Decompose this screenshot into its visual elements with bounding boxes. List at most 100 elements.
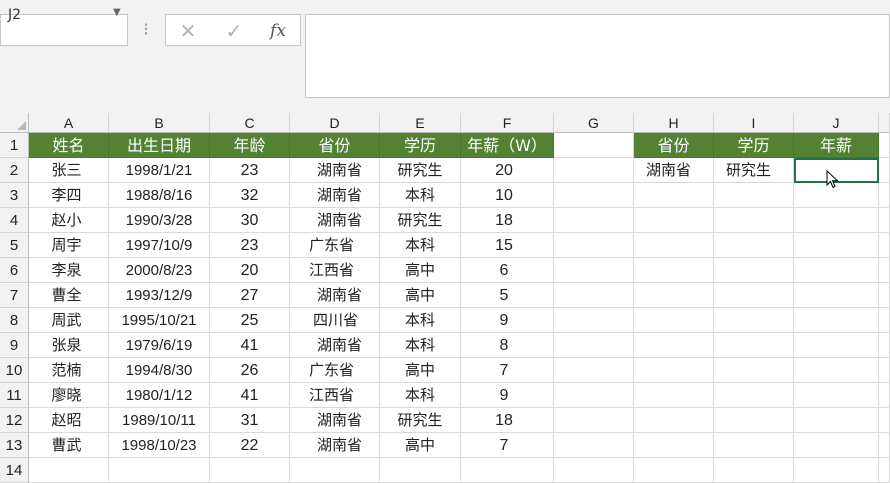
cell-age[interactable]: 26 bbox=[210, 358, 290, 383]
cell-name[interactable]: 周武 bbox=[29, 308, 109, 333]
cell-education[interactable]: 本科 bbox=[380, 383, 461, 408]
empty-cell[interactable] bbox=[380, 458, 461, 483]
cell-province[interactable]: 湖南省 bbox=[290, 208, 380, 233]
cell-education[interactable]: 高中 bbox=[380, 358, 461, 383]
cell-salary[interactable]: 9 bbox=[461, 308, 554, 333]
empty-cell[interactable] bbox=[554, 408, 634, 433]
empty-cell[interactable] bbox=[879, 383, 890, 408]
empty-cell[interactable] bbox=[210, 458, 290, 483]
cell-education[interactable]: 研究生 bbox=[380, 408, 461, 433]
empty-cell[interactable] bbox=[634, 458, 714, 483]
empty-cell[interactable] bbox=[879, 133, 890, 158]
cell-education[interactable]: 本科 bbox=[380, 333, 461, 358]
cell-province[interactable]: 广东省 bbox=[290, 358, 380, 383]
cell-birth-date[interactable]: 1980/1/12 bbox=[109, 383, 210, 408]
empty-cell[interactable] bbox=[634, 433, 714, 458]
empty-cell[interactable] bbox=[461, 458, 554, 483]
drag-handle-icon[interactable]: ⁝ bbox=[141, 18, 151, 42]
cell-birth-date[interactable]: 1998/10/23 bbox=[109, 433, 210, 458]
cell-education[interactable]: 本科 bbox=[380, 308, 461, 333]
empty-cell[interactable] bbox=[714, 433, 794, 458]
cell-province[interactable]: 湖南省 bbox=[290, 333, 380, 358]
cell-name[interactable]: 廖晓 bbox=[29, 383, 109, 408]
cell-birth-date[interactable]: 1990/3/28 bbox=[109, 208, 210, 233]
empty-cell[interactable] bbox=[554, 358, 634, 383]
cell-salary[interactable]: 18 bbox=[461, 208, 554, 233]
enter-icon[interactable]: ✓ bbox=[214, 17, 254, 45]
row-header-14[interactable]: 14 bbox=[0, 458, 29, 483]
cell-birth-date[interactable]: 1995/10/21 bbox=[109, 308, 210, 333]
cell-salary[interactable]: 10 bbox=[461, 183, 554, 208]
empty-cell[interactable] bbox=[879, 333, 890, 358]
cell-education[interactable]: 研究生 bbox=[380, 158, 461, 183]
cell-name[interactable]: 范楠 bbox=[29, 358, 109, 383]
cell-name[interactable]: 张三 bbox=[29, 158, 109, 183]
cell-age[interactable]: 31 bbox=[210, 408, 290, 433]
empty-cell[interactable] bbox=[714, 183, 794, 208]
column-header-i[interactable]: I bbox=[714, 113, 794, 133]
cell-name[interactable]: 周宇 bbox=[29, 233, 109, 258]
cell-name[interactable]: 赵昭 bbox=[29, 408, 109, 433]
cell-name[interactable]: 赵小 bbox=[29, 208, 109, 233]
cell-salary[interactable]: 7 bbox=[461, 358, 554, 383]
empty-cell[interactable] bbox=[634, 333, 714, 358]
cell-age[interactable]: 27 bbox=[210, 283, 290, 308]
row-header-11[interactable]: 11 bbox=[0, 383, 29, 408]
empty-cell[interactable] bbox=[794, 433, 879, 458]
row-header-1[interactable]: 1 bbox=[0, 133, 29, 158]
empty-cell[interactable] bbox=[879, 458, 890, 483]
empty-cell[interactable] bbox=[554, 183, 634, 208]
cell-age[interactable]: 32 bbox=[210, 183, 290, 208]
column-header-e[interactable]: E bbox=[380, 113, 461, 133]
cell-salary[interactable]: 6 bbox=[461, 258, 554, 283]
cell-age[interactable]: 41 bbox=[210, 383, 290, 408]
cell-education[interactable]: 研究生 bbox=[380, 208, 461, 233]
cell-education[interactable]: 高中 bbox=[380, 433, 461, 458]
empty-cell[interactable] bbox=[554, 133, 634, 158]
column-header-h[interactable]: H bbox=[634, 113, 714, 133]
cell-name[interactable]: 张泉 bbox=[29, 333, 109, 358]
header-birth-date[interactable]: 出生日期 bbox=[109, 133, 210, 158]
cell-salary[interactable]: 20 bbox=[461, 158, 554, 183]
cell-salary[interactable]: 7 bbox=[461, 433, 554, 458]
header-salary[interactable]: 年薪（W） bbox=[461, 133, 554, 158]
empty-cell[interactable] bbox=[879, 358, 890, 383]
cell-salary[interactable]: 8 bbox=[461, 333, 554, 358]
empty-cell[interactable] bbox=[554, 308, 634, 333]
row-header-10[interactable]: 10 bbox=[0, 358, 29, 383]
row-header-9[interactable]: 9 bbox=[0, 333, 29, 358]
cell-salary[interactable]: 18 bbox=[461, 408, 554, 433]
empty-cell[interactable] bbox=[879, 258, 890, 283]
empty-cell[interactable] bbox=[714, 308, 794, 333]
empty-cell[interactable] bbox=[879, 408, 890, 433]
empty-cell[interactable] bbox=[714, 233, 794, 258]
cell-province[interactable]: 江西省 bbox=[290, 258, 380, 283]
cell-province[interactable]: 广东省 bbox=[290, 233, 380, 258]
criteria-header-province[interactable]: 省份 bbox=[634, 133, 714, 158]
empty-cell[interactable] bbox=[794, 333, 879, 358]
criteria-header-salary[interactable]: 年薪 bbox=[794, 133, 879, 158]
cell-birth-date[interactable]: 1994/8/30 bbox=[109, 358, 210, 383]
empty-cell[interactable] bbox=[879, 283, 890, 308]
cell-age[interactable]: 20 bbox=[210, 258, 290, 283]
criteria-value-education[interactable]: 研究生 bbox=[714, 158, 794, 183]
empty-cell[interactable] bbox=[109, 458, 210, 483]
row-header-6[interactable]: 6 bbox=[0, 258, 29, 283]
empty-cell[interactable] bbox=[554, 208, 634, 233]
row-header-12[interactable]: 12 bbox=[0, 408, 29, 433]
cell-birth-date[interactable]: 1993/12/9 bbox=[109, 283, 210, 308]
cell-birth-date[interactable]: 2000/8/23 bbox=[109, 258, 210, 283]
empty-cell[interactable] bbox=[634, 383, 714, 408]
criteria-header-education[interactable]: 学历 bbox=[714, 133, 794, 158]
cell-birth-date[interactable]: 1998/1/21 bbox=[109, 158, 210, 183]
cell-name[interactable]: 李泉 bbox=[29, 258, 109, 283]
cancel-icon[interactable]: ✕ bbox=[168, 17, 208, 45]
column-header-c[interactable]: C bbox=[210, 113, 290, 133]
cell-province[interactable]: 湖南省 bbox=[290, 183, 380, 208]
cell-salary[interactable]: 5 bbox=[461, 283, 554, 308]
column-header-g[interactable]: G bbox=[554, 113, 634, 133]
empty-cell[interactable] bbox=[714, 408, 794, 433]
cell-province[interactable]: 湖南省 bbox=[290, 158, 380, 183]
empty-cell[interactable] bbox=[794, 283, 879, 308]
row-header-13[interactable]: 13 bbox=[0, 433, 29, 458]
